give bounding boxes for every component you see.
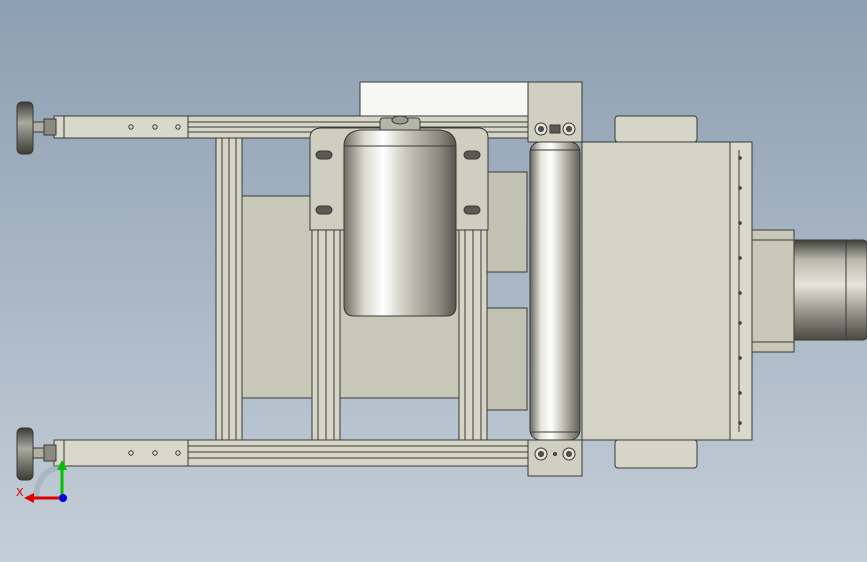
guide-block-top: [614, 115, 698, 143]
assembly-top-view[interactable]: X: [0, 0, 867, 562]
leg-bar-top: [53, 115, 189, 139]
back-panel-left: [241, 195, 313, 399]
gear-motor[interactable]: [343, 115, 457, 317]
top-cover-plate: [359, 81, 529, 119]
back-panel-right-upper: [486, 171, 528, 273]
back-panel-right-lower: [486, 307, 528, 411]
leg-bar-bottom: [53, 439, 189, 467]
guide-block-bottom: [614, 439, 698, 469]
cad-viewport[interactable]: X: [0, 0, 867, 562]
end-drum[interactable]: [751, 229, 867, 353]
conveyor-belt: [581, 141, 753, 441]
x-axis-label: X: [16, 486, 24, 499]
bottom-rail: [187, 439, 529, 467]
drive-roller[interactable]: [529, 141, 581, 441]
